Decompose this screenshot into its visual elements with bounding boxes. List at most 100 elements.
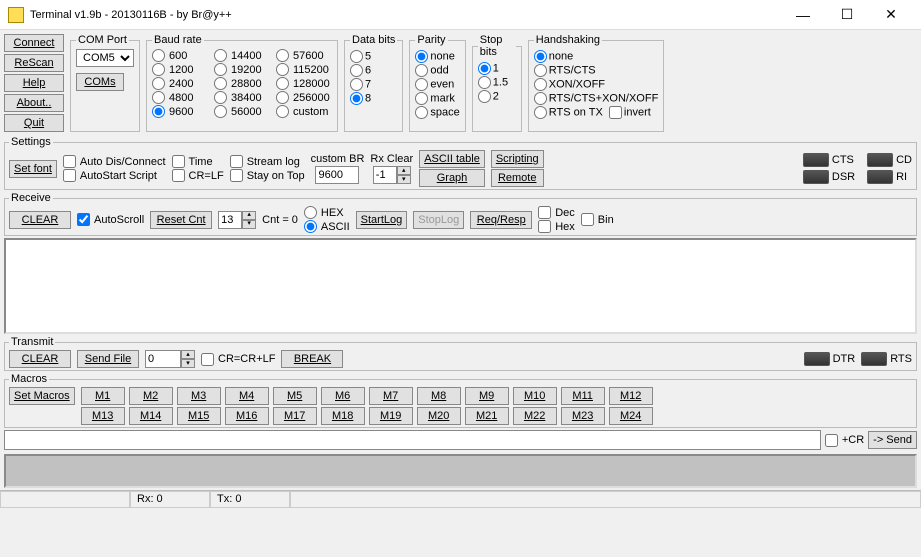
macro-m24[interactable]: M24 xyxy=(609,407,653,425)
macro-m17[interactable]: M17 xyxy=(273,407,317,425)
macro-m12[interactable]: M12 xyxy=(609,387,653,405)
cnt-down[interactable]: ▾ xyxy=(242,220,256,229)
autoscroll-check[interactable]: AutoScroll xyxy=(77,213,144,226)
cnt-up[interactable]: ▴ xyxy=(242,211,256,220)
baud-115200[interactable]: 115200 xyxy=(276,63,332,76)
setfont-button[interactable]: Set font xyxy=(9,160,57,178)
databits-6[interactable]: 6 xyxy=(350,64,397,77)
send-input[interactable] xyxy=(4,430,821,450)
macro-m11[interactable]: M11 xyxy=(561,387,605,405)
baud-256000[interactable]: 256000 xyxy=(276,91,332,104)
sf-up[interactable]: ▴ xyxy=(181,350,195,359)
macro-m7[interactable]: M7 xyxy=(369,387,413,405)
connect-button[interactable]: Connect xyxy=(4,34,64,52)
invert-check[interactable] xyxy=(609,106,622,119)
macro-m23[interactable]: M23 xyxy=(561,407,605,425)
parity-none[interactable]: none xyxy=(415,50,459,63)
break-button[interactable]: BREAK xyxy=(281,350,343,368)
close-button[interactable]: ✕ xyxy=(869,1,913,29)
transmit-textarea[interactable] xyxy=(4,454,917,488)
baud-38400[interactable]: 38400 xyxy=(214,91,270,104)
quit-button[interactable]: Quit xyxy=(4,114,64,132)
maximize-button[interactable]: ☐ xyxy=(825,1,869,29)
macro-m2[interactable]: M2 xyxy=(129,387,173,405)
rescan-button[interactable]: ReScan xyxy=(4,54,64,72)
macro-m4[interactable]: M4 xyxy=(225,387,269,405)
macro-m9[interactable]: M9 xyxy=(465,387,509,405)
autostart-check[interactable]: AutoStart Script xyxy=(63,169,166,182)
macro-m22[interactable]: M22 xyxy=(513,407,557,425)
baud-9600[interactable]: 9600 xyxy=(152,105,208,118)
parity-space[interactable]: space xyxy=(415,106,459,119)
baud-600[interactable]: 600 xyxy=(152,49,208,62)
rxclear-input[interactable] xyxy=(373,166,397,184)
scripting-button[interactable]: Scripting xyxy=(491,150,544,168)
setmacros-button[interactable]: Set Macros xyxy=(9,387,75,405)
graph-button[interactable]: Graph xyxy=(419,169,485,187)
macro-m13[interactable]: M13 xyxy=(81,407,125,425)
hand-xonxoff[interactable]: XON/XOFF xyxy=(534,78,659,91)
macro-m15[interactable]: M15 xyxy=(177,407,221,425)
crcrlf-check[interactable]: CR=CR+LF xyxy=(201,353,275,366)
reqresp-button[interactable]: Req/Resp xyxy=(470,211,532,229)
asciitable-button[interactable]: ASCII table xyxy=(419,150,485,168)
macro-m3[interactable]: M3 xyxy=(177,387,221,405)
hand-rtscts[interactable]: RTS/CTS xyxy=(534,64,659,77)
send-button[interactable]: -> Send xyxy=(868,431,917,449)
macro-m19[interactable]: M19 xyxy=(369,407,413,425)
macro-m1[interactable]: M1 xyxy=(81,387,125,405)
baud-14400[interactable]: 14400 xyxy=(214,49,270,62)
comport-select[interactable]: COM5 xyxy=(76,49,134,67)
stopbits-1[interactable]: 1 xyxy=(478,62,516,75)
autodis-check[interactable]: Auto Dis/Connect xyxy=(63,155,166,168)
sf-down[interactable]: ▾ xyxy=(181,359,195,368)
stopbits-2[interactable]: 2 xyxy=(478,90,516,103)
rxclear-up[interactable]: ▴ xyxy=(397,166,411,175)
macro-m6[interactable]: M6 xyxy=(321,387,365,405)
parity-even[interactable]: even xyxy=(415,78,459,91)
cnt-n-input[interactable] xyxy=(218,211,242,229)
minimize-button[interactable]: — xyxy=(781,1,825,29)
about-button[interactable]: About.. xyxy=(4,94,64,112)
stopbits-15[interactable]: 1.5 xyxy=(478,76,516,89)
rxclear-down[interactable]: ▾ xyxy=(397,175,411,184)
transmit-clear-button[interactable]: CLEAR xyxy=(9,350,71,368)
custombr-input[interactable] xyxy=(315,166,359,184)
macro-m18[interactable]: M18 xyxy=(321,407,365,425)
hand-both[interactable]: RTS/CTS+XON/XOFF xyxy=(534,92,659,105)
remote-button[interactable]: Remote xyxy=(491,169,544,187)
parity-odd[interactable]: odd xyxy=(415,64,459,77)
rts-toggle[interactable]: RTS xyxy=(861,352,912,366)
hex-radio[interactable]: HEX xyxy=(304,206,350,219)
hex-check[interactable]: Hex xyxy=(538,220,575,233)
baud-19200[interactable]: 19200 xyxy=(214,63,270,76)
databits-5[interactable]: 5 xyxy=(350,50,397,63)
baud-custom[interactable]: custom xyxy=(276,105,332,118)
baud-57600[interactable]: 57600 xyxy=(276,49,332,62)
macro-m8[interactable]: M8 xyxy=(417,387,461,405)
macro-m16[interactable]: M16 xyxy=(225,407,269,425)
dtr-toggle[interactable]: DTR xyxy=(804,352,856,366)
time-check[interactable]: Time xyxy=(172,155,224,168)
stayontop-check[interactable]: Stay on Top xyxy=(230,169,305,182)
sendfile-num-input[interactable] xyxy=(145,350,181,368)
macro-m14[interactable]: M14 xyxy=(129,407,173,425)
databits-8[interactable]: 8 xyxy=(350,92,397,105)
resetcnt-button[interactable]: Reset Cnt xyxy=(150,211,212,229)
streamlog-check[interactable]: Stream log xyxy=(230,155,305,168)
hand-rtsontx[interactable]: RTS on TX invert xyxy=(534,106,659,119)
macro-m5[interactable]: M5 xyxy=(273,387,317,405)
baud-28800[interactable]: 28800 xyxy=(214,77,270,90)
dec-check[interactable]: Dec xyxy=(538,206,575,219)
baud-4800[interactable]: 4800 xyxy=(152,91,208,104)
bin-check[interactable]: Bin xyxy=(581,213,614,226)
baud-2400[interactable]: 2400 xyxy=(152,77,208,90)
help-button[interactable]: Help xyxy=(4,74,64,92)
receive-clear-button[interactable]: CLEAR xyxy=(9,211,71,229)
baud-1200[interactable]: 1200 xyxy=(152,63,208,76)
macro-m20[interactable]: M20 xyxy=(417,407,461,425)
parity-mark[interactable]: mark xyxy=(415,92,459,105)
coms-button[interactable]: COMs xyxy=(76,73,124,91)
sendfile-button[interactable]: Send File xyxy=(77,350,139,368)
macro-m10[interactable]: M10 xyxy=(513,387,557,405)
